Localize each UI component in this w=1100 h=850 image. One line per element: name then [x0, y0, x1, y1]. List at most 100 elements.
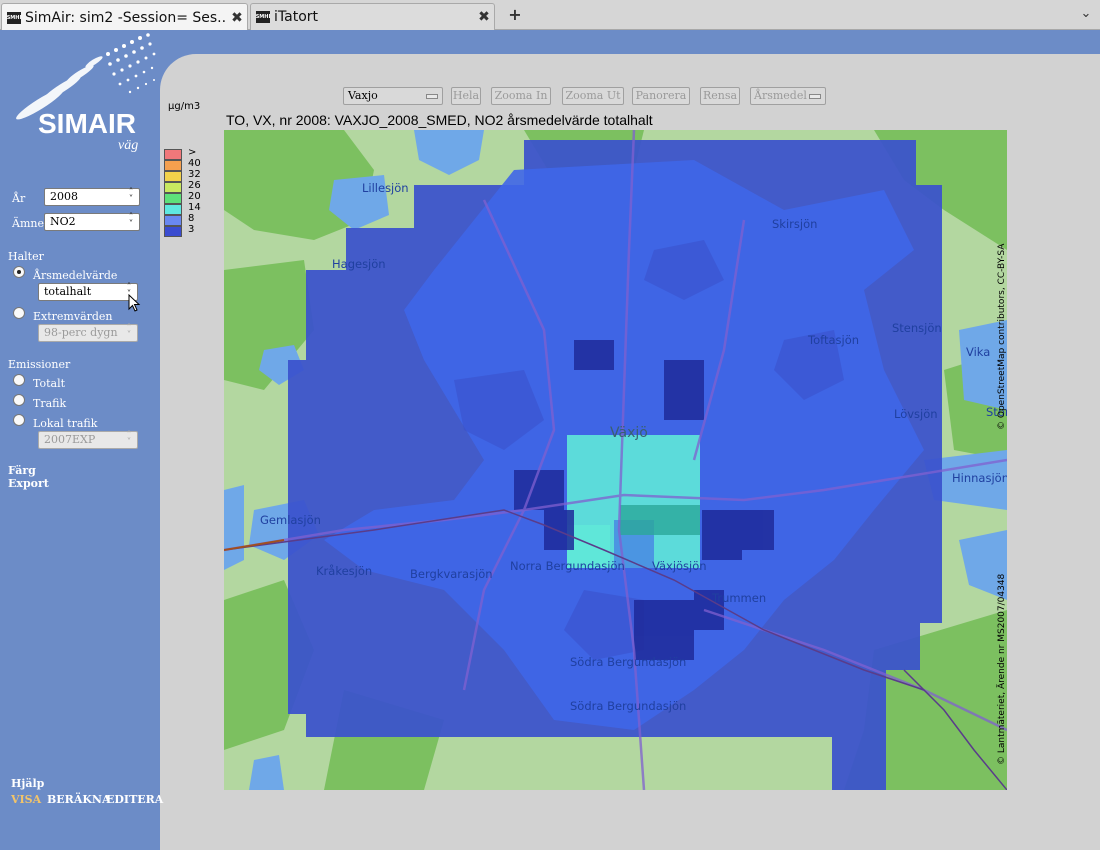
place-label: Södra Bergundasjön	[570, 655, 686, 669]
pan-button[interactable]: Panorera	[632, 87, 690, 105]
legend-label: 14	[188, 202, 201, 213]
lokal-trafik-radio[interactable]	[13, 414, 25, 426]
nav-visa[interactable]: VISA	[11, 793, 41, 806]
browser-tab-itatort[interactable]: SMHI iTatort ✖	[250, 3, 495, 30]
emissioner-heading: Emissioner	[8, 358, 71, 371]
halter-heading: Halter	[8, 250, 44, 263]
smhi-favicon-icon: SMHI	[7, 11, 21, 24]
updown-arrows-icon: ˄˅	[126, 324, 132, 341]
place-label: Lövsjön	[894, 407, 938, 421]
dropdown-icon	[426, 94, 438, 99]
page: SIMAIR väg År 2008 ˄ ˅ Ämne NO2 ˄ ˅ Halter…	[0, 30, 1100, 850]
tab-title: SimAir: sim2 -Session= Ses...	[25, 9, 227, 26]
legend-swatch	[164, 204, 182, 215]
osm-attribution: © OpenStreetMap contributors, CC-BY-SA	[997, 243, 1007, 430]
year-label: År	[12, 192, 26, 205]
nav-berakna[interactable]: BERÄKNA	[47, 793, 111, 806]
hela-button[interactable]: Hela	[451, 87, 481, 105]
legend-label: 3	[188, 224, 195, 235]
smhi-favicon-icon: SMHI	[256, 11, 270, 23]
place-label: Bergkvarasjön	[410, 567, 493, 581]
arsmedel-value: totalhalt	[44, 285, 92, 298]
lokal-trafik-select[interactable]: 2007EXP ˄ ˅	[38, 431, 138, 449]
lokal-trafik-label: Lokal trafik	[33, 417, 98, 430]
legend-label: 26	[188, 180, 201, 191]
place-label: Södra Bergundasjön	[570, 699, 686, 713]
place-label: Hinnasjön	[952, 471, 1007, 485]
lantmateriet-attribution: © Lantmäteriet, Ärende nr MS2007/04348	[996, 573, 1007, 765]
place-label: Kråkesjön	[316, 564, 372, 578]
place-label: Skirsjön	[772, 217, 817, 231]
period-value: Årsmedel	[754, 89, 807, 102]
zoom-out-button[interactable]: Zooma Ut	[562, 87, 624, 105]
updown-arrows-icon: ˄˅	[128, 188, 134, 205]
legend-unit: µg/m3	[168, 101, 201, 112]
place-label: Växjö	[610, 425, 648, 441]
browser-tab-simair[interactable]: SMHI SimAir: sim2 -Session= Ses... ✖	[1, 3, 248, 31]
dropdown-icon	[809, 94, 821, 99]
arsmedel-radio[interactable]	[13, 266, 25, 278]
sidebar: SIMAIR väg År 2008 ˄ ˅ Ämne NO2 ˄ ˅ Halter…	[0, 30, 163, 842]
legend-label: >	[188, 147, 197, 158]
place-value: Vaxjo	[348, 89, 378, 102]
extrem-radio[interactable]	[13, 307, 25, 319]
place-label: Lillesjön	[362, 181, 409, 195]
period-select[interactable]: Årsmedel	[750, 87, 826, 105]
legend-swatch	[164, 215, 182, 226]
extrem-label: Extremvärden	[33, 310, 113, 323]
legend-label: 40	[188, 158, 201, 169]
year-value: 2008	[50, 190, 78, 203]
zoom-in-button[interactable]: Zooma In	[491, 87, 551, 105]
logo-title: SIMAIR	[38, 108, 136, 139]
arsmedel-select[interactable]: totalhalt ˄˅	[38, 283, 138, 301]
city-center-block	[620, 505, 700, 535]
nav-editera[interactable]: EDITERA	[106, 793, 163, 806]
legend-label: 8	[188, 213, 195, 224]
place-select[interactable]: Vaxjo	[343, 87, 443, 105]
place-label: Toftasjön	[807, 333, 859, 347]
totalt-radio[interactable]	[13, 374, 25, 386]
legend-swatch	[164, 226, 182, 237]
legend-label: 20	[188, 191, 201, 202]
logo-subtitle: väg	[118, 138, 139, 153]
updown-arrows-icon: ˄˅	[126, 431, 132, 448]
clear-button[interactable]: Rensa	[700, 87, 740, 105]
lokal-trafik-value: 2007EXP	[44, 433, 96, 446]
trafik-radio[interactable]	[13, 394, 25, 406]
map-view[interactable]: Lillesjön Skirsjön Hagesjön Stensjön Toftasj…	[224, 130, 1007, 790]
farg-link[interactable]: Färg	[8, 464, 36, 477]
substance-value: NO2	[50, 215, 76, 228]
legend-label: 32	[188, 169, 201, 180]
tab-title: iTatort	[274, 9, 319, 25]
substance-label: Ämne	[12, 217, 44, 230]
help-link[interactable]: Hjälp	[11, 777, 44, 790]
legend-swatch	[164, 171, 182, 182]
substance-select[interactable]: NO2 ˄ ˅	[44, 213, 140, 231]
year-select[interactable]: 2008 ˄ ˅	[44, 188, 140, 206]
new-tab-icon[interactable]: +	[505, 5, 525, 25]
place-label: Norra Bergundasjön	[510, 559, 625, 573]
legend-swatch	[164, 193, 182, 204]
map-title: TO, VX, nr 2008: VAXJO_2008_SMED, NO2 år…	[226, 112, 653, 128]
updown-arrows-icon: ˄˅	[128, 213, 134, 230]
tab-list-chevron-icon[interactable]: ⌄	[1077, 6, 1095, 24]
trafik-label: Trafik	[33, 397, 67, 410]
extrem-select[interactable]: 98-perc dygn ˄ ˅	[38, 324, 138, 342]
place-label: Trummen	[711, 591, 766, 605]
arsmedel-label: Årsmedelvärde	[33, 269, 118, 282]
legend-swatch	[164, 182, 182, 193]
totalt-label: Totalt	[33, 377, 66, 390]
close-tab-icon[interactable]: ✖	[227, 10, 247, 26]
legend-swatch	[164, 160, 182, 171]
legend-swatch	[164, 149, 182, 160]
place-label: Hagesjön	[332, 257, 386, 271]
place-label: Växjösjön	[652, 559, 707, 573]
mouse-cursor-icon	[128, 294, 141, 312]
extrem-value: 98-perc dygn	[44, 326, 118, 339]
place-label: Vika	[966, 345, 990, 359]
export-link[interactable]: Export	[8, 477, 49, 490]
place-label: Stensjön	[892, 321, 942, 335]
place-label: Gemlasjön	[260, 513, 321, 527]
close-tab-icon[interactable]: ✖	[474, 9, 494, 25]
browser-tab-bar: SMHI SimAir: sim2 -Session= Ses... ✖ SMH…	[0, 0, 1100, 31]
